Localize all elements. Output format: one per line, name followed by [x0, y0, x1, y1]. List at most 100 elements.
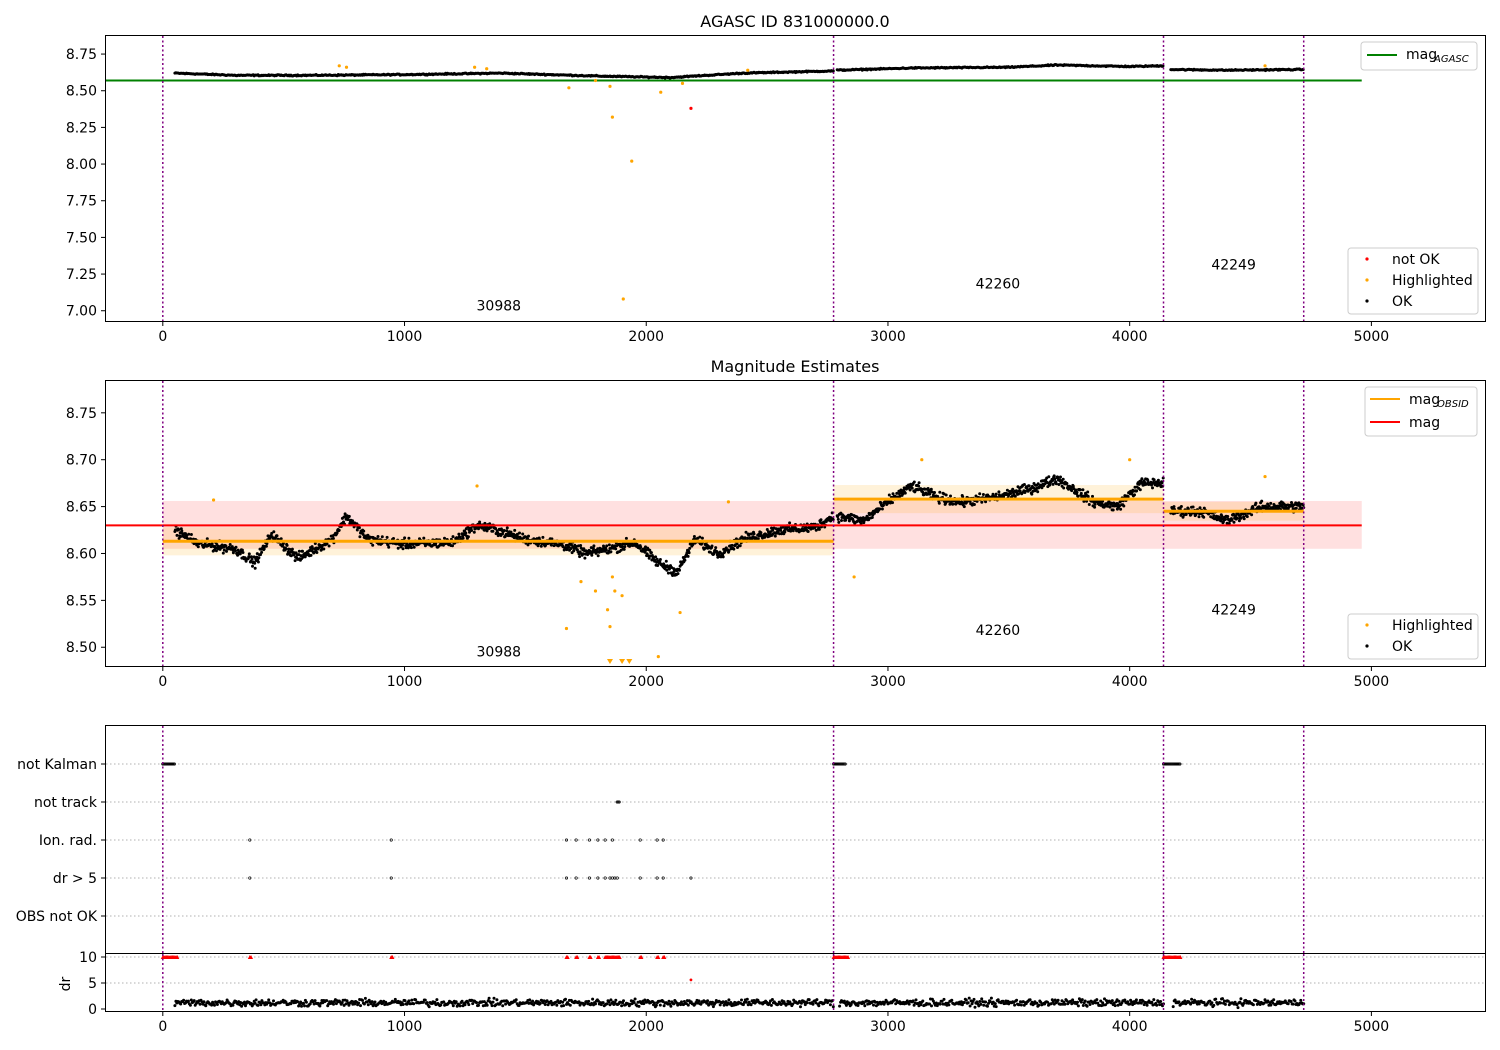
- panel4-ylabel: dr: [58, 976, 74, 991]
- dr-point: [986, 1004, 989, 1008]
- panel1-highlighted-point: [485, 67, 489, 71]
- dr-point: [501, 1004, 505, 1008]
- dr-point: [485, 1003, 489, 1007]
- panel2-ok-point: [609, 550, 613, 554]
- panel4-ytick-label-2: 10: [79, 950, 97, 966]
- dr-point: [1293, 999, 1297, 1003]
- panel2-ok-point: [819, 518, 823, 522]
- panel1-ytick-label-0: 7.00: [66, 304, 97, 320]
- panel2-ok-point: [721, 555, 725, 559]
- dr-point: [967, 996, 971, 1000]
- dr-point: [254, 998, 258, 1002]
- panel2-ok-point: [572, 549, 576, 553]
- dr-point: [653, 1001, 656, 1005]
- panel2-ok-point: [293, 559, 297, 563]
- dr-point: [492, 996, 496, 1000]
- dr-point: [1063, 1002, 1067, 1006]
- panel2-ok-point: [180, 529, 184, 533]
- dr-point: [1145, 1003, 1149, 1007]
- dr-point: [458, 1004, 462, 1008]
- panel2-ok-point: [257, 556, 261, 560]
- dr-point: [325, 999, 329, 1003]
- panel2-ok-point: [949, 494, 952, 498]
- panel1-highlighted-point: [1263, 64, 1267, 68]
- dr-point: [979, 1002, 983, 1006]
- legend-not-ok-swatch: [1365, 257, 1369, 261]
- panel2-ok-point: [1232, 520, 1236, 524]
- panel2-ok-point: [658, 558, 662, 561]
- legend-mag-obsid-label: mag: [1409, 392, 1440, 408]
- panel1-ytick-label-5: 8.25: [66, 120, 97, 136]
- dr-point: [475, 1001, 479, 1005]
- dr-point: [267, 998, 271, 1002]
- dr-point: [1212, 1003, 1216, 1007]
- panel1-xtick-label-0: 0: [158, 329, 167, 345]
- panel2-legend-bottom: Highlighted OK: [1347, 613, 1479, 660]
- panel2-ok-point: [1119, 507, 1123, 511]
- dr-point: [1134, 998, 1138, 1002]
- flag-label-obs-not-ok: OBS not OK: [16, 909, 98, 925]
- panel2-ok-point: [710, 544, 714, 548]
- panel2-ok-point: [972, 503, 976, 506]
- panel2-ok-point: [241, 551, 245, 554]
- panel2-ok-point: [687, 551, 691, 555]
- dr-not-ok-point: [689, 978, 693, 982]
- legend2-highlighted-label: Highlighted: [1392, 618, 1473, 634]
- panel1-highlighted-point: [746, 68, 750, 72]
- panel2-ok-point: [401, 547, 405, 551]
- dr-point: [173, 1004, 177, 1008]
- dr-point: [907, 1002, 911, 1006]
- dr-point: [256, 1003, 260, 1007]
- dr-point: [425, 1001, 429, 1005]
- panel2-ok-point: [783, 530, 787, 534]
- panel2-ytick-label-3: 8.65: [66, 500, 97, 516]
- panel2-ok-point: [980, 500, 984, 504]
- panel2-ok-point: [1152, 478, 1156, 482]
- panel1-obsid-label-30988: 30988: [477, 299, 522, 315]
- dr-point: [1113, 1004, 1117, 1008]
- dr-point: [591, 997, 595, 1001]
- panel2-ok-point: [221, 551, 225, 555]
- dr-point: [1272, 998, 1276, 1002]
- panel2-ok-point: [371, 543, 375, 547]
- panel2-ok-point: [981, 493, 985, 496]
- panel1-highlighted-point: [630, 159, 634, 163]
- panel2-ok-point: [1197, 515, 1201, 519]
- panel2-ok-point: [891, 501, 894, 505]
- dr-point: [357, 1001, 361, 1005]
- panel2-ok-point: [275, 534, 279, 538]
- dr-point: [192, 999, 196, 1003]
- panel2-ytick-label-5: 8.75: [66, 406, 97, 422]
- flag-label-not-kalman: not Kalman: [17, 757, 97, 773]
- panel2-highlighted-point: [608, 625, 612, 629]
- dr-point: [633, 997, 637, 1001]
- dr-point: [1242, 1001, 1246, 1005]
- panel2-ok-point: [1269, 501, 1273, 505]
- panel2-ok-point: [412, 545, 416, 549]
- dr-point: [490, 1004, 494, 1008]
- dr-point: [1088, 1003, 1092, 1006]
- dr-point: [994, 1005, 998, 1009]
- panel2-ok-point: [518, 531, 521, 535]
- dr-point: [697, 999, 701, 1003]
- dr-point: [370, 1000, 374, 1004]
- panel1-ytick-label-7: 8.75: [66, 47, 97, 63]
- dr-point: [363, 996, 367, 1000]
- panel1-xtick-label-2: 2000: [628, 329, 664, 345]
- dr-point: [1110, 999, 1114, 1003]
- panel1-obsid-label-42260: 42260: [976, 277, 1021, 293]
- panel2-ok-point: [579, 544, 583, 547]
- panel2-ok-point: [997, 490, 1001, 494]
- dr-point: [831, 1005, 835, 1009]
- panel2-ok-point: [1250, 513, 1254, 517]
- dr-point: [555, 1003, 559, 1007]
- panel2-highlighted-point: [605, 608, 610, 612]
- panel2-ok-point: [380, 535, 384, 539]
- panel2-ok-point: [1133, 493, 1136, 497]
- dr-point: [962, 1001, 966, 1004]
- dr-point: [637, 1004, 641, 1008]
- panel2-ok-point: [376, 535, 380, 538]
- panel2-highlighted-point: [593, 589, 598, 593]
- dr-point: [562, 1004, 566, 1008]
- panel2-ok-point: [1140, 477, 1144, 481]
